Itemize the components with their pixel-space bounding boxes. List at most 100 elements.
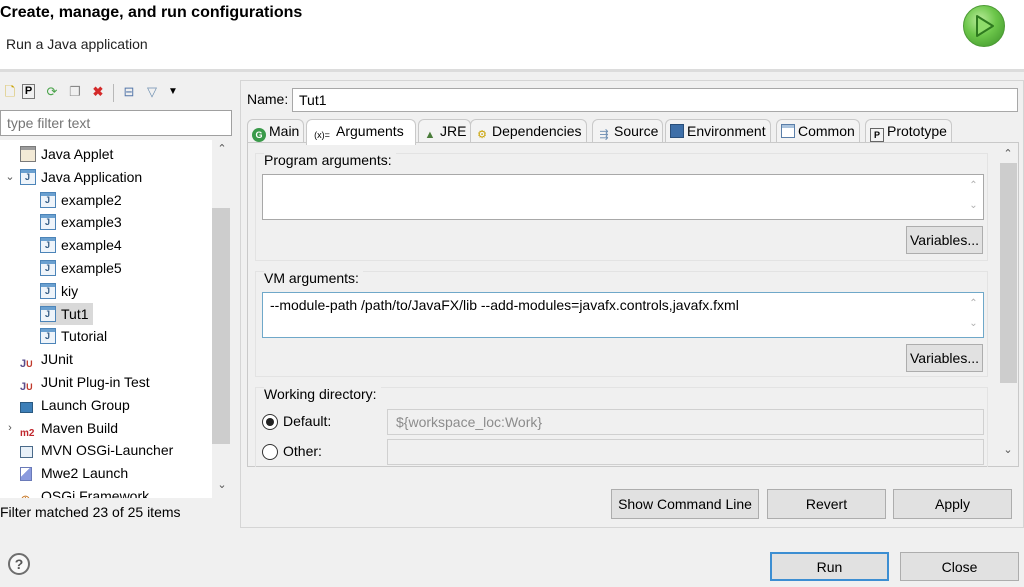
tree-item-label: example4: [61, 237, 122, 254]
tree-item[interactable]: Tutorial: [40, 325, 111, 347]
tab-main[interactable]: G Main: [247, 119, 305, 143]
working-directory-label: Working directory:: [264, 386, 381, 402]
dialog-subtitle: Run a Java application: [6, 36, 148, 52]
program-arguments-label: Program arguments:: [264, 152, 396, 168]
tree-item[interactable]: Tut1: [40, 302, 93, 325]
tree-item-label: example5: [61, 260, 122, 276]
help-icon[interactable]: ?: [8, 553, 30, 575]
run-button[interactable]: Run: [770, 552, 889, 581]
export-icon[interactable]: ⟳: [44, 84, 60, 100]
java-applet-icon: [20, 146, 36, 162]
environment-tab-icon: [670, 124, 684, 138]
tree-item[interactable]: › m2 Maven Build: [8, 417, 122, 439]
vm-arguments-label: VM arguments:: [264, 270, 363, 286]
default-radio-label: Default:: [283, 413, 332, 429]
tree-item[interactable]: Mwe2 Launch: [20, 462, 132, 484]
close-button[interactable]: Close: [900, 552, 1019, 581]
launch-config-toolbar: 🗋 P ⟳ ❐ ✖ ⊟ ▽ ▼: [0, 82, 238, 104]
tab-label: JRE: [440, 123, 467, 139]
tree-item-label: MVN OSGi-Launcher: [41, 442, 174, 459]
textarea-scrollbar[interactable]: ⌃ ⌄: [965, 176, 982, 218]
java-application-icon: [40, 191, 56, 208]
java-application-icon: [20, 168, 36, 185]
tab-source[interactable]: ⇶ Source: [592, 119, 664, 143]
java-application-icon: [40, 282, 56, 299]
scroll-up-icon[interactable]: ⌃: [212, 142, 232, 155]
java-application-icon: [40, 237, 56, 254]
tree-item-label: Tutorial: [61, 328, 108, 345]
apply-button[interactable]: Apply: [893, 489, 1012, 519]
other-radio[interactable]: [262, 444, 278, 460]
launch-group-icon: [20, 397, 36, 413]
tab-dependencies[interactable]: ⚙ Dependencies: [470, 119, 587, 143]
textarea-scrollbar[interactable]: ⌃ ⌄: [965, 294, 982, 336]
filter-status: Filter matched 23 of 25 items: [0, 504, 181, 520]
editor-scrollbar-thumb[interactable]: [1000, 163, 1017, 383]
filter-icon[interactable]: ▽: [144, 84, 160, 100]
junit-plugin-icon: JU: [20, 381, 33, 393]
program-variables-button[interactable]: Variables...: [906, 226, 983, 254]
tree-item[interactable]: ⌄ Java Application: [5, 166, 146, 188]
tree-item-label: JUnit: [41, 351, 73, 368]
program-arguments-input[interactable]: ⌃ ⌄: [262, 174, 984, 220]
default-directory-field: ${workspace_loc:Work}: [387, 409, 984, 435]
arguments-tab-panel: Program arguments: ⌃ ⌄ Variables... VM ar…: [247, 142, 1019, 467]
default-radio[interactable]: [262, 414, 278, 430]
dialog-header: Create, manage, and run configurations R…: [0, 0, 1024, 72]
tree-item-label: Java Application: [41, 168, 143, 185]
new-prototype-icon[interactable]: P: [22, 84, 35, 99]
tree-scrollbar-thumb[interactable]: [212, 208, 230, 444]
other-directory-field[interactable]: [387, 439, 984, 465]
tree-item[interactable]: JU JUnit: [20, 348, 77, 370]
expand-chevron-icon[interactable]: ›: [4, 417, 16, 439]
collapse-chevron-icon[interactable]: ⌄: [4, 166, 16, 188]
tree-item-label: Tut1: [61, 305, 89, 322]
vm-arguments-group: VM arguments: --module-path /path/to/Jav…: [255, 270, 988, 377]
name-input[interactable]: [292, 88, 1018, 112]
new-configuration-icon[interactable]: 🗋: [2, 84, 18, 100]
scroll-down-icon[interactable]: ⌄: [212, 478, 232, 491]
tree-item[interactable]: example3: [40, 211, 126, 233]
tab-environment[interactable]: Environment: [665, 119, 771, 143]
tree-item[interactable]: example5: [40, 257, 126, 279]
tab-label: Main: [269, 123, 300, 139]
tree-item[interactable]: Java Applet: [20, 143, 117, 165]
vm-arguments-input[interactable]: --module-path /path/to/JavaFX/lib --add-…: [262, 292, 984, 338]
main-tab-icon: G: [252, 128, 266, 142]
tab-prototype[interactable]: P Prototype: [865, 119, 952, 143]
filter-input[interactable]: [0, 110, 232, 136]
tree-item-label: example3: [61, 214, 122, 231]
tab-label: Common: [798, 123, 855, 139]
tree-item[interactable]: example2: [40, 189, 126, 211]
show-command-line-button[interactable]: Show Command Line: [611, 489, 759, 519]
duplicate-icon[interactable]: ❐: [67, 84, 83, 100]
tree-item[interactable]: kiy: [40, 280, 82, 302]
tree-item[interactable]: ⊕ OSGi Framework: [20, 485, 153, 498]
vm-arguments-value: --module-path /path/to/JavaFX/lib --add-…: [270, 297, 739, 313]
tree-item[interactable]: Launch Group: [20, 394, 134, 416]
revert-button[interactable]: Revert: [767, 489, 886, 519]
tree-item[interactable]: JU JUnit Plug-in Test: [20, 371, 154, 393]
java-application-icon: [40, 260, 56, 276]
dependencies-tab-icon: ⚙: [477, 129, 487, 141]
scroll-down-icon[interactable]: ⌄: [998, 443, 1018, 456]
tree-item[interactable]: example4: [40, 234, 126, 256]
junit-icon: JU: [20, 358, 33, 371]
mwe2-icon: [20, 465, 36, 482]
java-application-icon: [40, 305, 56, 322]
view-menu-icon[interactable]: ▼: [165, 84, 181, 100]
tree-item[interactable]: MVN OSGi-Launcher: [20, 439, 177, 461]
tab-jre[interactable]: ▲ JRE: [418, 119, 472, 143]
tab-label: Prototype: [887, 123, 947, 139]
vm-variables-button[interactable]: Variables...: [906, 344, 983, 372]
working-directory-group: Working directory: Default: ${workspace_…: [255, 386, 988, 467]
java-application-icon: [40, 328, 56, 345]
osgi-framework-icon: ⊕: [20, 488, 36, 498]
delete-icon[interactable]: ✖: [90, 84, 106, 100]
collapse-all-icon[interactable]: ⊟: [121, 84, 137, 100]
tree-item-label: Maven Build: [41, 419, 119, 436]
tab-common[interactable]: Common: [776, 119, 860, 143]
config-tabs: G Main (x)= Arguments ▲ JRE ⚙ Dependencies ⇶…: [247, 119, 1019, 145]
scroll-up-icon[interactable]: ⌃: [998, 147, 1018, 160]
tab-arguments[interactable]: (x)= Arguments: [306, 119, 416, 145]
